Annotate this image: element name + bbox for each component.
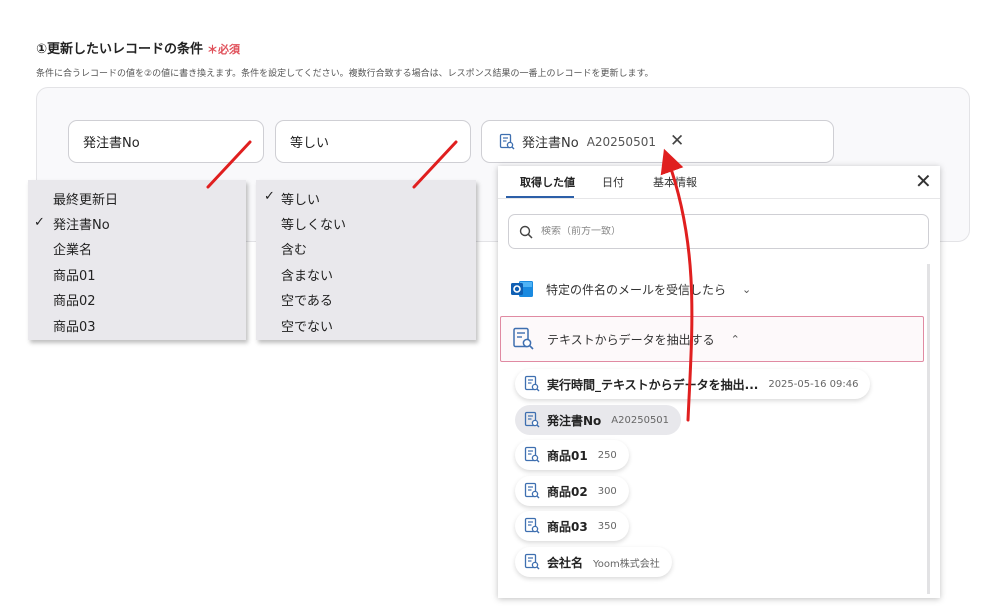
chip-remove-icon[interactable]: ✕	[670, 133, 684, 150]
value-item[interactable]: 実行時間_テキストからデータを抽出... 2025-05-16 09:46	[515, 369, 871, 399]
section-title-text: ①更新したいレコードの条件	[36, 42, 204, 57]
document-search-icon	[524, 411, 540, 428]
chevron-down-icon: ⌄	[742, 282, 752, 296]
field-option[interactable]: 商品01	[53, 265, 96, 284]
tab-divider	[498, 198, 940, 199]
document-search-icon	[524, 482, 540, 499]
chevron-up-icon: ⌃	[730, 332, 740, 346]
field-dropdown: ✓ 最終更新日 発注書No 企業名 商品01 商品02 商品03	[28, 180, 246, 340]
value-item-value: 350	[597, 520, 617, 532]
close-icon[interactable]: ✕	[915, 171, 932, 191]
search-field	[508, 214, 929, 249]
checkmark-icon: ✓	[264, 189, 275, 204]
document-search-icon	[524, 375, 540, 392]
required-label: ＊必須	[207, 43, 241, 56]
operator-option[interactable]: 空である	[281, 290, 333, 309]
search-icon	[519, 225, 533, 239]
value-item-label: 商品03	[547, 519, 588, 534]
field-select-value: 発注書No	[83, 136, 140, 151]
search-input[interactable]	[541, 226, 901, 237]
document-search-icon	[524, 553, 540, 570]
operator-option[interactable]: 含む	[281, 239, 307, 258]
operator-option[interactable]: 等しい	[281, 189, 320, 208]
value-item-value: 300	[597, 485, 617, 497]
tab-acquired-values[interactable]: 取得した値	[520, 174, 575, 190]
group-email-trigger[interactable]: 特定の件名のメールを受信したら ⌄	[510, 278, 751, 300]
checkmark-icon: ✓	[34, 215, 45, 230]
operator-dropdown: ✓ 等しい 等しくない 含む 含まない 空である 空でない	[256, 180, 476, 340]
value-item[interactable]: 商品02 300	[515, 476, 629, 506]
document-search-icon	[499, 133, 515, 149]
section-title: ①更新したいレコードの条件 ＊必須	[36, 38, 240, 57]
value-item[interactable]: 商品03 350	[515, 511, 629, 541]
value-input[interactable]: 発注書No A20250501 ✕	[481, 120, 834, 163]
operator-select-value: 等しい	[290, 136, 330, 151]
value-chip-value: A20250501	[586, 134, 656, 149]
value-item-value: Yoom株式会社	[593, 558, 660, 570]
outlook-icon	[511, 281, 533, 297]
value-chip: 発注書No A20250501 ✕	[498, 132, 684, 151]
value-picker-modal: 取得した値 日付 基本情報 ✕ 特定の件名のメールを受信したら ⌄ テキストから…	[498, 166, 940, 598]
operator-select[interactable]: 等しい	[275, 120, 471, 163]
field-option[interactable]: 発注書No	[53, 214, 110, 233]
value-item-label: 商品02	[547, 484, 588, 499]
value-item-value: 250	[597, 449, 617, 461]
operator-option[interactable]: 等しくない	[281, 214, 346, 233]
group-label: テキストからデータを抽出する	[547, 332, 715, 347]
tab-date[interactable]: 日付	[602, 174, 624, 190]
value-item-value: A20250501	[611, 414, 670, 426]
value-item-label: 発注書No	[547, 413, 602, 428]
field-option[interactable]: 企業名	[53, 239, 92, 258]
value-item-value: 2025-05-16 09:46	[768, 378, 859, 390]
scrollbar[interactable]	[927, 264, 930, 594]
field-option[interactable]: 商品02	[53, 290, 96, 309]
group-label: 特定の件名のメールを受信したら	[546, 282, 727, 297]
document-search-icon	[524, 517, 540, 534]
group-text-extraction[interactable]: テキストからデータを抽出する ⌃	[500, 316, 924, 362]
document-search-icon	[513, 327, 534, 350]
document-search-icon	[524, 446, 540, 463]
tab-basic-info[interactable]: 基本情報	[653, 174, 697, 190]
operator-option[interactable]: 空でない	[281, 316, 333, 335]
value-chip-label: 発注書No	[522, 136, 579, 151]
value-item-label: 商品01	[547, 448, 588, 463]
field-option[interactable]: 最終更新日	[53, 189, 118, 208]
section-description: 条件に合うレコードの値を②の値に書き換えます。条件を設定してください。複数行合致…	[36, 69, 654, 79]
field-select[interactable]: 発注書No	[68, 120, 264, 163]
value-item[interactable]: 商品01 250	[515, 440, 629, 470]
value-item-label: 会社名	[547, 555, 584, 570]
value-item-label: 実行時間_テキストからデータを抽出...	[547, 377, 759, 392]
field-option[interactable]: 商品03	[53, 316, 96, 335]
value-item-selected[interactable]: 発注書No A20250501	[515, 405, 682, 435]
operator-option[interactable]: 含まない	[281, 265, 333, 284]
value-item[interactable]: 会社名 Yoom株式会社	[515, 547, 672, 577]
